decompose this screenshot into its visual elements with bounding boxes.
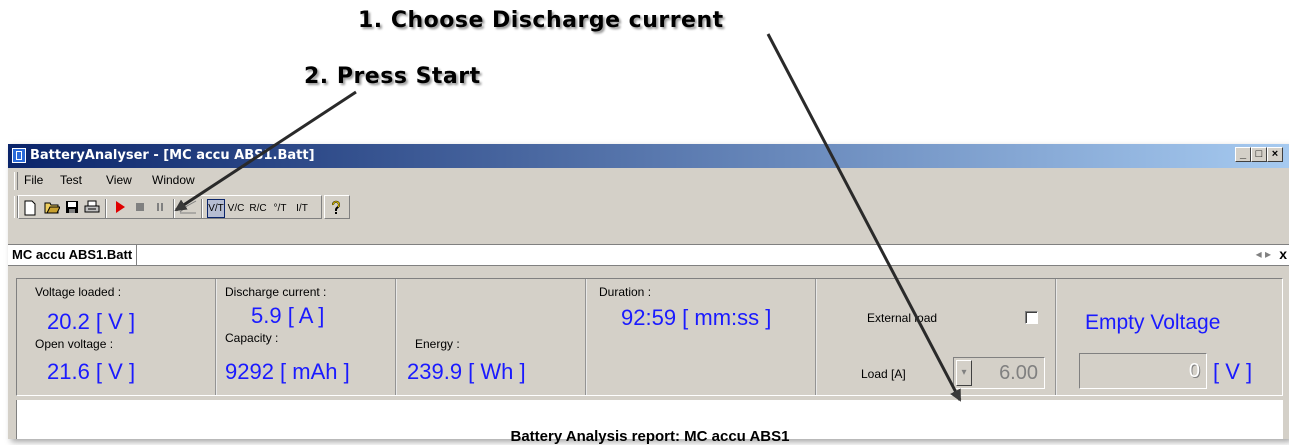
help-icon[interactable] — [327, 200, 345, 217]
save-icon[interactable] — [63, 200, 81, 217]
toolbar-separator — [105, 199, 107, 218]
tab-nav-arrows[interactable]: ◂ ▸ — [1256, 247, 1271, 261]
stop-icon[interactable] — [131, 200, 149, 217]
title-bar[interactable]: BatteryAnalyser - [MC accu ABS1.Batt] _ … — [8, 144, 1289, 168]
status-panel: Voltage loaded : 20.2 [ V ] Open voltage… — [16, 278, 1283, 396]
empty-voltage-unit: [ V ] — [1213, 359, 1253, 384]
view-it-icon[interactable]: I/T — [293, 200, 311, 217]
view-vt-icon[interactable]: V/T — [207, 199, 225, 218]
toolbar-separator — [201, 199, 203, 218]
view-vc-icon[interactable]: V/C — [227, 200, 245, 217]
document-close-icon[interactable]: x — [1279, 246, 1287, 262]
empty-voltage-label: Empty Voltage — [1085, 311, 1221, 334]
load-dropdown-arrow-icon[interactable]: ▾ — [956, 360, 972, 386]
energy-cell: Energy : 239.9 [ Wh ] — [397, 279, 587, 395]
annotation-step-1: 1. Choose Discharge current — [358, 8, 724, 33]
new-icon[interactable] — [21, 200, 39, 217]
menu-grip[interactable] — [14, 172, 18, 190]
empty-voltage-input[interactable]: 0 — [1079, 353, 1207, 389]
duration-value: 92:59 [ mm:ss ] — [621, 305, 772, 330]
open-voltage-value: 21.6 [ V ] — [47, 359, 136, 384]
load-cell: External load Load [A] ▾ 6.00 — [817, 279, 1057, 395]
energy-label: Energy : — [415, 337, 460, 351]
pause-icon[interactable] — [151, 200, 169, 217]
open-icon[interactable] — [43, 200, 61, 217]
window-title: BatteryAnalyser - [MC accu ABS1.Batt] — [30, 148, 315, 163]
document-tab-bar: MC accu ABS1.Batt ◂ ▸ x — [8, 244, 1289, 266]
view-rc-icon[interactable]: R/C — [249, 200, 267, 217]
document-tab[interactable]: MC accu ABS1.Batt — [8, 245, 138, 265]
toolbar: V/T V/C R/C °/T I/T — [8, 194, 1289, 220]
minimize-button[interactable]: _ — [1235, 147, 1251, 162]
discharge-current-label: Discharge current : — [225, 285, 327, 299]
load-label: Load [A] — [861, 367, 906, 381]
duration-label: Duration : — [599, 285, 652, 299]
report-area: Battery Analysis report: MC accu ABS1 — [16, 400, 1283, 445]
external-load-label: External load — [867, 311, 938, 325]
discharge-current-value: 5.9 [ A ] — [251, 303, 325, 328]
print-icon[interactable] — [83, 200, 101, 217]
capacity-value: 9292 [ mAh ] — [225, 359, 350, 384]
current-cell: Discharge current : 5.9 [ A ] Capacity :… — [217, 279, 397, 395]
help-group — [324, 195, 350, 219]
view-temp-icon[interactable]: °/T — [271, 200, 289, 217]
load-value: 6.00 — [999, 362, 1038, 384]
toolbar-separator — [173, 199, 175, 218]
external-load-checkbox[interactable] — [1025, 311, 1038, 324]
start-icon[interactable] — [111, 200, 129, 217]
empty-voltage-value: 0 — [1188, 360, 1200, 382]
load-spinbox[interactable]: ▾ 6.00 — [953, 357, 1045, 389]
open-voltage-label: Open voltage : — [35, 337, 114, 351]
empty-voltage-cell: Empty Voltage 0 [ V ] — [1057, 279, 1284, 395]
maximize-button[interactable]: □ — [1251, 147, 1267, 162]
toolbar-group: V/T V/C R/C °/T I/T — [18, 195, 322, 219]
menu-file[interactable]: File — [24, 173, 43, 187]
close-button[interactable]: × — [1267, 147, 1283, 162]
app-window: BatteryAnalyser - [MC accu ABS1.Batt] _ … — [8, 144, 1289, 445]
voltage-loaded-label: Voltage loaded : — [35, 285, 122, 299]
menu-test[interactable]: Test — [60, 173, 82, 187]
curve-icon[interactable] — [179, 200, 197, 217]
menu-bar: File Test View Window — [8, 170, 1289, 192]
voltage-cell: Voltage loaded : 20.2 [ V ] Open voltage… — [17, 279, 217, 395]
annotation-step-2: 2. Press Start — [304, 64, 481, 89]
voltage-loaded-value: 20.2 [ V ] — [47, 309, 136, 334]
menu-view[interactable]: View — [106, 173, 132, 187]
battery-app-icon — [12, 148, 26, 163]
report-title: Battery Analysis report: MC accu ABS1 — [510, 428, 790, 445]
capacity-label: Capacity : — [225, 331, 279, 345]
menu-window[interactable]: Window — [152, 173, 195, 187]
energy-value: 239.9 [ Wh ] — [407, 359, 526, 384]
duration-cell: Duration : 92:59 [ mm:ss ] — [587, 279, 817, 395]
